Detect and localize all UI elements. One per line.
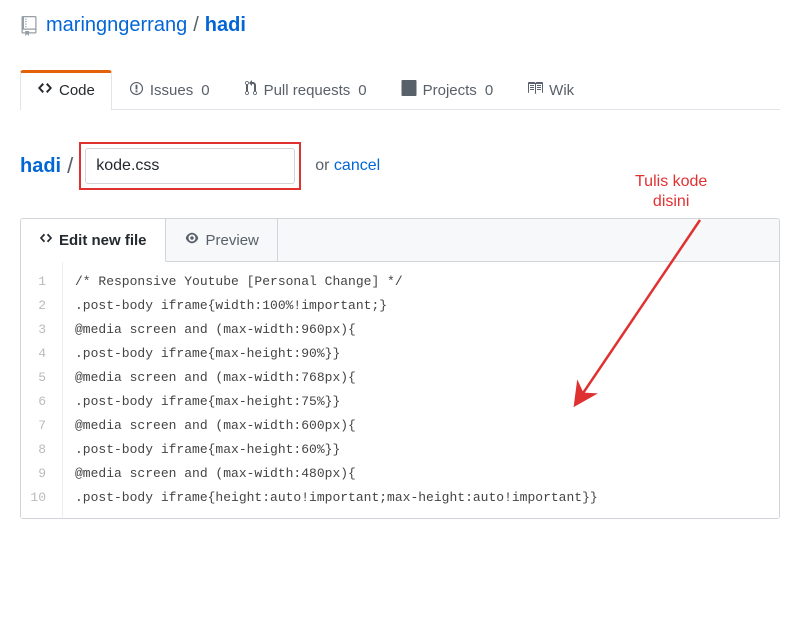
code-area[interactable]: 12345678910 /* Responsive Youtube [Perso… bbox=[21, 262, 779, 518]
editor-tabs: Edit new file Preview bbox=[21, 219, 779, 262]
line-number: 3 bbox=[21, 318, 52, 342]
code-line[interactable]: @media screen and (max-width:768px){ bbox=[75, 366, 598, 390]
editor-tab-preview[interactable]: Preview bbox=[166, 219, 278, 261]
line-number: 9 bbox=[21, 462, 52, 486]
line-number: 6 bbox=[21, 390, 52, 414]
code-line[interactable]: @media screen and (max-width:960px){ bbox=[75, 318, 598, 342]
breadcrumb-separator: / bbox=[193, 14, 199, 37]
code-line[interactable]: .post-body iframe{width:100%!important;} bbox=[75, 294, 598, 318]
code-icon bbox=[39, 231, 53, 249]
filename-highlight-box bbox=[79, 142, 301, 190]
editor-tab-edit[interactable]: Edit new file bbox=[21, 219, 166, 262]
eye-icon bbox=[184, 231, 200, 249]
code-line[interactable]: @media screen and (max-width:480px){ bbox=[75, 462, 598, 486]
path-separator: / bbox=[67, 153, 73, 179]
issue-icon bbox=[129, 81, 144, 100]
code-line[interactable]: .post-body iframe{max-height:75%}} bbox=[75, 390, 598, 414]
tab-pulls-count: 0 bbox=[358, 82, 366, 99]
code-lines[interactable]: /* Responsive Youtube [Personal Change] … bbox=[63, 262, 610, 518]
tab-wiki[interactable]: Wik bbox=[510, 69, 591, 110]
tab-pulls-label: Pull requests bbox=[264, 82, 351, 99]
pull-icon bbox=[244, 80, 258, 100]
code-line[interactable]: .post-body iframe{max-height:90%}} bbox=[75, 342, 598, 366]
code-icon bbox=[37, 80, 53, 100]
repo-breadcrumb: maringngerrang / hadi bbox=[0, 0, 800, 41]
tab-projects[interactable]: Projects 0 bbox=[384, 69, 511, 110]
repo-icon bbox=[20, 16, 38, 36]
tab-projects-count: 0 bbox=[485, 82, 493, 99]
cancel-link[interactable]: cancel bbox=[334, 157, 380, 174]
or-cancel-text: or cancel bbox=[315, 157, 380, 175]
line-number: 10 bbox=[21, 486, 52, 510]
editor-box: Edit new file Preview 12345678910 /* Res… bbox=[20, 218, 780, 519]
editor-tab-edit-label: Edit new file bbox=[59, 232, 147, 249]
tab-projects-label: Projects bbox=[423, 82, 477, 99]
tab-issues[interactable]: Issues 0 bbox=[112, 70, 227, 110]
line-number: 7 bbox=[21, 414, 52, 438]
filename-input[interactable] bbox=[85, 148, 295, 184]
line-number: 4 bbox=[21, 342, 52, 366]
repo-tabs: Code Issues 0 Pull requests 0 Projects 0… bbox=[20, 69, 780, 110]
code-line[interactable]: @media screen and (max-width:600px){ bbox=[75, 414, 598, 438]
tab-code[interactable]: Code bbox=[20, 70, 112, 110]
repo-link[interactable]: hadi bbox=[205, 14, 246, 37]
line-number: 1 bbox=[21, 270, 52, 294]
tab-issues-label: Issues bbox=[150, 82, 193, 99]
line-number: 8 bbox=[21, 438, 52, 462]
owner-link[interactable]: maringngerrang bbox=[46, 14, 187, 37]
tab-pull-requests[interactable]: Pull requests 0 bbox=[227, 69, 384, 110]
filename-row: hadi / or cancel bbox=[20, 142, 780, 190]
tab-code-label: Code bbox=[59, 82, 95, 99]
line-gutter: 12345678910 bbox=[21, 262, 63, 518]
code-line[interactable]: /* Responsive Youtube [Personal Change] … bbox=[75, 270, 598, 294]
line-number: 2 bbox=[21, 294, 52, 318]
project-icon bbox=[401, 80, 417, 100]
book-icon bbox=[527, 80, 543, 100]
line-number: 5 bbox=[21, 366, 52, 390]
tab-wiki-label: Wik bbox=[549, 82, 574, 99]
code-line[interactable]: .post-body iframe{height:auto!important;… bbox=[75, 486, 598, 510]
editor-tab-preview-label: Preview bbox=[206, 232, 259, 249]
tab-issues-count: 0 bbox=[201, 82, 209, 99]
code-line[interactable]: .post-body iframe{max-height:60%}} bbox=[75, 438, 598, 462]
file-root-link[interactable]: hadi bbox=[20, 155, 61, 178]
